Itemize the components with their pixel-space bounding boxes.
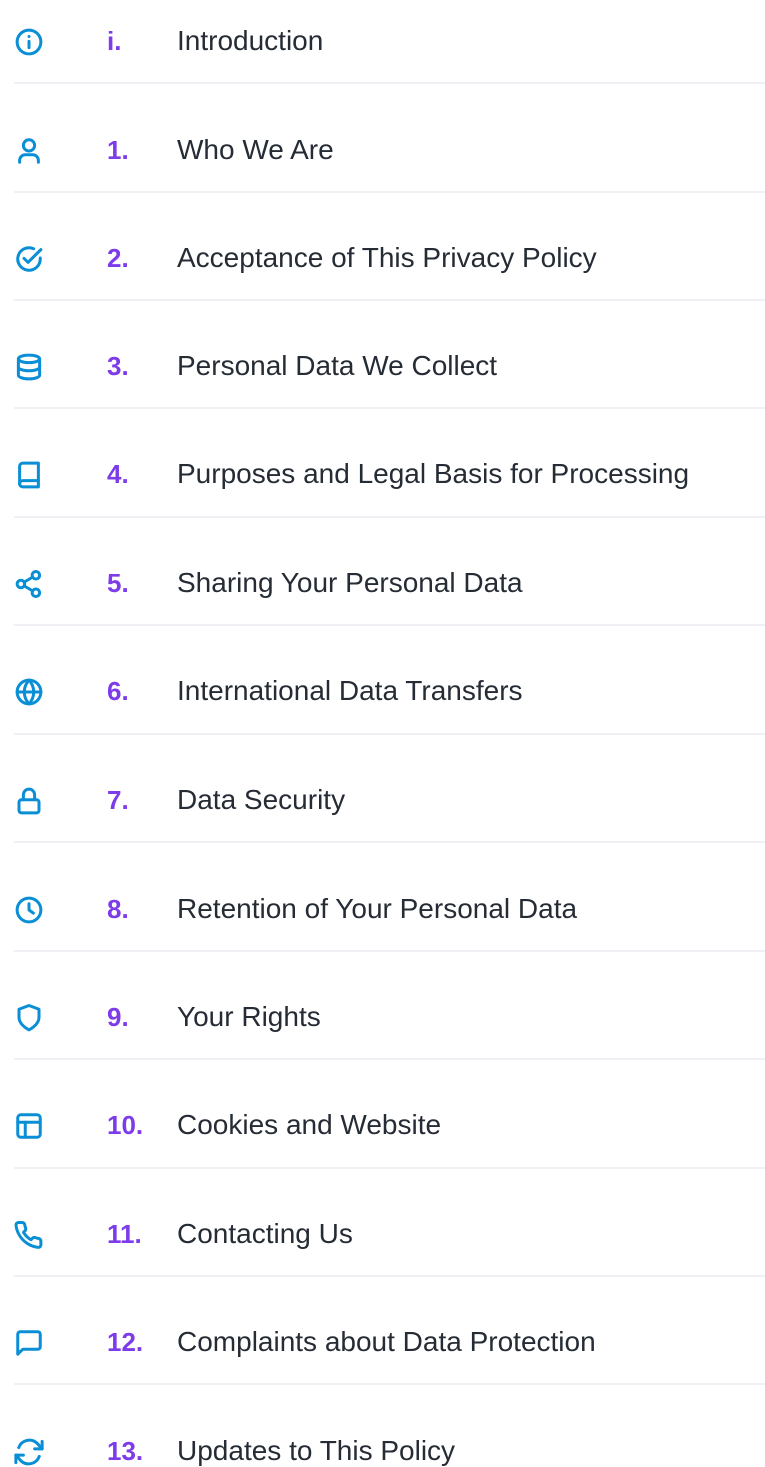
divider	[14, 841, 765, 843]
toc-item-number: 1.	[107, 135, 129, 165]
toc-item-number: 10.	[107, 1110, 144, 1140]
toc-item-label: Who We Are	[177, 134, 334, 165]
toc-item-number: i.	[107, 26, 122, 56]
toc-item-number: 13.	[107, 1436, 144, 1466]
toc-item-number: 3.	[107, 351, 129, 381]
toc-item-personal-data[interactable]: 3. Personal Data We Collect	[0, 350, 765, 469]
toc-item-label: Data Security	[177, 784, 346, 815]
divider	[14, 950, 765, 952]
toc-item-label: Introduction	[177, 25, 324, 56]
shield-icon	[14, 1003, 44, 1033]
toc-item-acceptance[interactable]: 2. Acceptance of This Privacy Policy	[0, 242, 765, 361]
toc-item-label: Contacting Us	[177, 1218, 353, 1249]
toc-item-your-rights[interactable]: 9. Your Rights	[0, 1001, 765, 1120]
divider	[14, 1275, 765, 1277]
clock-icon	[14, 895, 44, 925]
toc-item-number: 11.	[107, 1219, 142, 1249]
divider	[14, 82, 765, 84]
toc-item-label: International Data Transfers	[177, 675, 523, 706]
toc-item-updates[interactable]: 13. Updates to This Policy	[0, 1435, 765, 1466]
table-of-contents: i. Introduction 1. Who We Are 2. Accepta…	[0, 0, 765, 1466]
toc-item-label: Acceptance of This Privacy Policy	[177, 242, 597, 273]
toc-item-number: 2.	[107, 243, 129, 273]
toc-item-purposes[interactable]: 4. Purposes and Legal Basis for Processi…	[0, 458, 765, 577]
globe-icon	[14, 677, 44, 707]
divider	[14, 407, 765, 409]
divider	[14, 624, 765, 626]
toc-item-label: Personal Data We Collect	[177, 350, 498, 381]
toc-item-complaints[interactable]: 12. Complaints about Data Protection	[0, 1326, 765, 1445]
layout-icon	[14, 1111, 44, 1141]
divider	[14, 733, 765, 735]
toc-item-number: 12.	[107, 1327, 144, 1357]
toc-item-label: Updates to This Policy	[177, 1435, 456, 1466]
info-icon	[14, 27, 44, 57]
toc-item-number: 6.	[107, 676, 129, 706]
divider	[14, 516, 765, 518]
divider	[14, 1167, 765, 1169]
divider	[14, 299, 765, 301]
toc-item-label: Complaints about Data Protection	[177, 1326, 596, 1357]
divider	[14, 1383, 765, 1385]
divider	[14, 191, 765, 193]
phone-icon	[14, 1220, 44, 1250]
user-icon	[14, 136, 44, 166]
lock-icon	[14, 786, 44, 816]
refresh-icon	[14, 1437, 44, 1467]
toc-item-number: 9.	[107, 1002, 129, 1032]
toc-item-number: 8.	[107, 894, 129, 924]
toc-item-number: 4.	[107, 459, 129, 489]
divider	[14, 1058, 765, 1060]
check-circle-icon	[14, 244, 44, 274]
toc-item-sharing[interactable]: 5. Sharing Your Personal Data	[0, 567, 765, 686]
message-icon	[14, 1328, 44, 1358]
toc-item-who-we-are[interactable]: 1. Who We Are	[0, 134, 765, 253]
toc-item-label: Sharing Your Personal Data	[177, 567, 523, 598]
toc-item-label: Cookies and Website	[177, 1109, 442, 1140]
toc-item-introduction[interactable]: i. Introduction	[0, 25, 765, 144]
toc-item-data-security[interactable]: 7. Data Security	[0, 784, 765, 903]
share-icon	[14, 569, 44, 599]
book-icon	[14, 460, 44, 490]
toc-item-label: Your Rights	[177, 1001, 321, 1032]
toc-item-international[interactable]: 6. International Data Transfers	[0, 675, 765, 794]
toc-item-label: Purposes and Legal Basis for Processing	[177, 458, 690, 489]
toc-item-number: 5.	[107, 568, 129, 598]
toc-item-cookies[interactable]: 10. Cookies and Website	[0, 1109, 765, 1228]
toc-item-number: 7.	[107, 785, 129, 815]
toc-item-retention[interactable]: 8. Retention of Your Personal Data	[0, 893, 765, 1012]
toc-item-label: Retention of Your Personal Data	[177, 893, 578, 924]
database-icon	[14, 352, 44, 382]
toc-item-contacting-us[interactable]: 11. Contacting Us	[0, 1218, 765, 1337]
